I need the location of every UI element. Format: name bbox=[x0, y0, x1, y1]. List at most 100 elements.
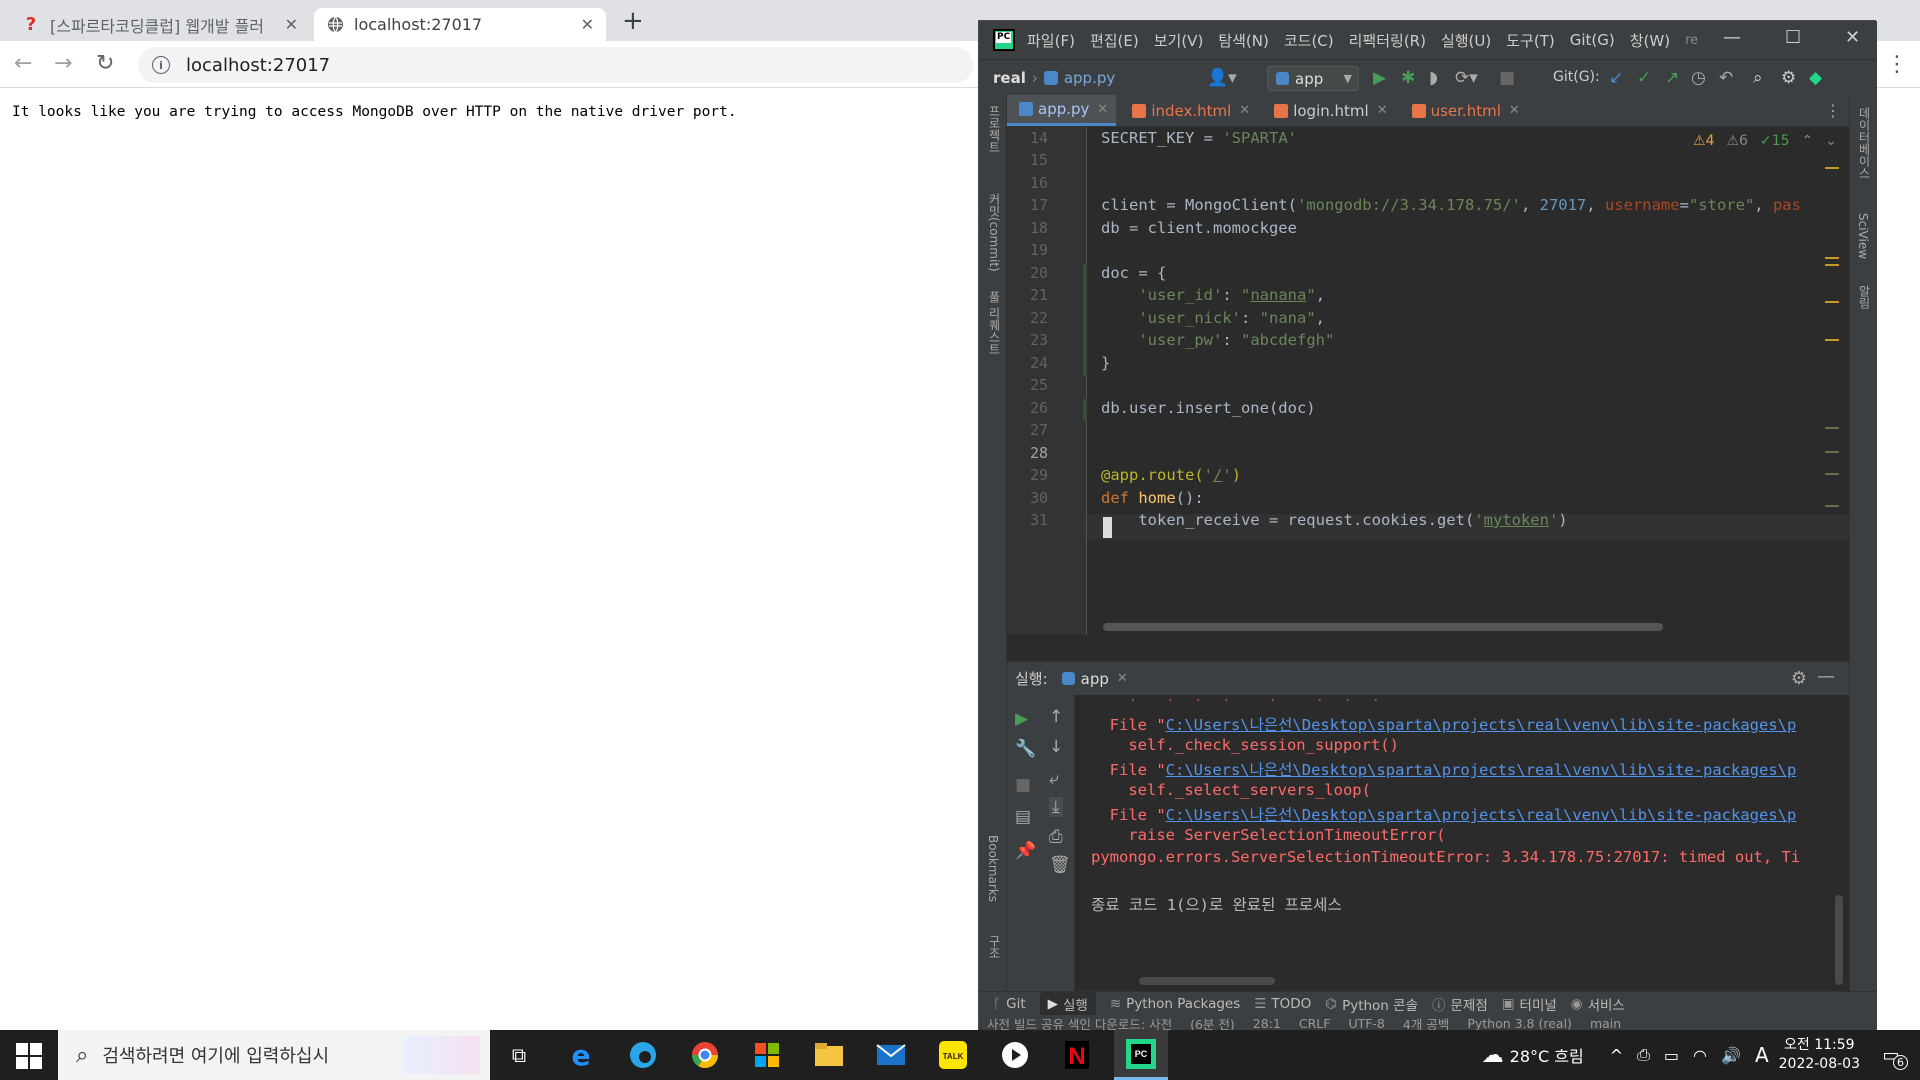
info-icon[interactable]: i bbox=[152, 56, 170, 74]
menu-navigate[interactable]: 탐색(N) bbox=[1218, 30, 1269, 51]
tool-tab-todo[interactable]: ☰ TODO bbox=[1254, 996, 1311, 1012]
more-tabs-icon[interactable]: ⋮ bbox=[1825, 101, 1841, 120]
pycharm-taskbar-icon[interactable]: PC bbox=[1114, 1030, 1168, 1080]
trash-icon[interactable]: 🗑 bbox=[1049, 855, 1071, 875]
status-message[interactable]: 사전 빌드 공유 색인 다운로드: 사전 bbox=[987, 1015, 1172, 1032]
arrow-down-icon[interactable]: ↓ bbox=[1049, 737, 1063, 757]
status-indent[interactable]: 4개 공백 bbox=[1403, 1015, 1449, 1032]
git-commit-icon[interactable]: ✓ bbox=[1637, 68, 1651, 88]
settings-icon[interactable]: ⚙ bbox=[1781, 68, 1796, 88]
pin-icon[interactable]: 📌 bbox=[1015, 841, 1036, 861]
menu-refactor[interactable]: 리팩터링(R) bbox=[1349, 30, 1426, 51]
code-editor[interactable]: 14 15 16 17 18 19 20 21 22 23 24 25 26 2… bbox=[1007, 127, 1849, 635]
maximize-icon[interactable]: ☐ bbox=[1785, 27, 1801, 48]
run-console[interactable]: . . . . . . . . File "C:\Users\나은선\Deskt… bbox=[1075, 695, 1849, 991]
tool-tab-python-console[interactable]: ⌬ Python 콘솔 bbox=[1325, 994, 1418, 1014]
address-bar[interactable]: i localhost:27017 bbox=[138, 47, 973, 83]
menu-file[interactable]: 파일(F) bbox=[1027, 30, 1075, 51]
mail-icon[interactable] bbox=[874, 1038, 908, 1072]
menu-tools[interactable]: 도구(T) bbox=[1506, 30, 1554, 51]
close-icon[interactable]: ✕ bbox=[1239, 103, 1250, 118]
close-icon[interactable]: ✕ bbox=[1377, 103, 1388, 118]
volume-icon[interactable]: 🔊 bbox=[1721, 1046, 1741, 1065]
internet-explorer-icon[interactable]: e bbox=[564, 1038, 598, 1072]
run-config-select[interactable]: app ▼ bbox=[1267, 66, 1359, 91]
reload-icon[interactable]: ↻ bbox=[96, 51, 114, 76]
media-player-icon[interactable] bbox=[998, 1038, 1032, 1072]
history-icon[interactable]: ◷ bbox=[1691, 68, 1706, 88]
minimize-icon[interactable]: — bbox=[1723, 27, 1741, 48]
file-explorer-icon[interactable] bbox=[812, 1038, 846, 1072]
forward-icon[interactable]: → bbox=[54, 51, 72, 76]
structure-label[interactable]: 구조 bbox=[986, 935, 1003, 959]
ime-indicator[interactable]: A bbox=[1755, 1043, 1769, 1067]
git-update-icon[interactable]: ↙ bbox=[1609, 68, 1623, 88]
status-encoding[interactable]: UTF-8 bbox=[1348, 1016, 1384, 1031]
wifi-icon[interactable]: ◠ bbox=[1693, 1046, 1707, 1065]
task-view-icon[interactable]: ⧉ bbox=[502, 1038, 536, 1072]
editor-tab-app-py[interactable]: app.py ✕ bbox=[1007, 95, 1117, 126]
browser-tab-sparta[interactable]: ? [스파르타코딩클럽] 웹개발 플러 ✕ bbox=[10, 8, 310, 41]
wrench-icon[interactable]: 🔧 bbox=[1015, 739, 1036, 759]
user-icon[interactable]: 👤▾ bbox=[1207, 68, 1237, 88]
close-window-icon[interactable]: ✕ bbox=[1845, 27, 1860, 48]
tool-tab-git[interactable]: ᚴ Git bbox=[993, 996, 1026, 1012]
close-icon[interactable]: ✕ bbox=[1097, 102, 1108, 117]
battery-icon[interactable]: ▭ bbox=[1664, 1046, 1679, 1065]
tool-tab-run[interactable]: ▶ 실행 bbox=[1039, 991, 1096, 1016]
gear-icon[interactable]: ⚙ bbox=[1791, 668, 1807, 689]
menu-edit[interactable]: 편집(E) bbox=[1090, 30, 1139, 51]
chevron-up-icon[interactable]: ⌃ bbox=[1802, 133, 1814, 149]
coverage-icon[interactable]: ◗ bbox=[1429, 68, 1438, 88]
new-tab-button[interactable]: + bbox=[622, 6, 644, 36]
run-icon[interactable]: ▶ bbox=[1373, 68, 1386, 88]
file-link[interactable]: C:\Users\나은선\Desktop\sparta\projects\rea… bbox=[1166, 716, 1797, 734]
git-push-icon[interactable]: ↗ bbox=[1665, 68, 1679, 88]
chevron-down-icon[interactable]: ⌄ bbox=[1825, 133, 1837, 149]
chevron-up-icon[interactable]: ^ bbox=[1610, 1046, 1623, 1065]
sciview-label[interactable]: SciView bbox=[1856, 213, 1870, 259]
notification-center-icon[interactable]: ▭ 6 bbox=[1876, 1040, 1908, 1070]
tool-tab-problems[interactable]: ⓘ 문제점 bbox=[1432, 994, 1488, 1014]
close-tab-icon[interactable]: ✕ bbox=[285, 15, 298, 34]
netflix-icon[interactable]: N bbox=[1060, 1038, 1094, 1072]
notifications-label[interactable]: 알림 bbox=[1856, 285, 1873, 309]
editor-horizontal-scrollbar[interactable] bbox=[1103, 623, 1663, 631]
pull-requests-label[interactable]: 풀 리퀘스트 bbox=[986, 291, 1003, 355]
soft-wrap-icon[interactable]: ⤶ bbox=[1049, 769, 1059, 789]
stop-icon[interactable]: ■ bbox=[1499, 68, 1515, 88]
run-tab-app[interactable]: app ✕ bbox=[1061, 670, 1128, 688]
project-crumb[interactable]: real bbox=[993, 69, 1026, 87]
status-line-separator[interactable]: CRLF bbox=[1299, 1016, 1331, 1031]
menu-overflow[interactable]: re bbox=[1685, 33, 1698, 48]
tool-tab-services[interactable]: ◉ 서비스 bbox=[1571, 994, 1625, 1014]
chrome-icon[interactable] bbox=[688, 1038, 722, 1072]
profile-icon[interactable]: ⟳▾ bbox=[1455, 68, 1478, 88]
stop-icon[interactable]: ■ bbox=[1015, 775, 1031, 795]
menu-window[interactable]: 창(W) bbox=[1630, 30, 1670, 51]
file-link[interactable]: C:\Users\나은선\Desktop\sparta\projects\rea… bbox=[1166, 806, 1797, 824]
menu-view[interactable]: 보기(V) bbox=[1154, 30, 1204, 51]
hide-panel-icon[interactable]: — bbox=[1817, 666, 1835, 687]
database-panel-label[interactable]: 데이터베이스 bbox=[1856, 107, 1873, 179]
meet-now-icon[interactable]: ⎙ bbox=[1637, 1045, 1650, 1065]
weather-text[interactable]: 28°C 흐림 bbox=[1510, 1043, 1584, 1067]
console-vertical-scrollbar[interactable] bbox=[1835, 895, 1843, 985]
print-icon[interactable]: ⎙ bbox=[1049, 827, 1063, 847]
close-icon[interactable]: ✕ bbox=[1509, 103, 1520, 118]
back-icon[interactable]: ← bbox=[14, 51, 32, 76]
browser-tab-localhost[interactable]: localhost:27017 ✕ bbox=[314, 8, 606, 41]
menu-git[interactable]: Git(G) bbox=[1570, 31, 1615, 49]
cloud-icon[interactable]: ☁ bbox=[1482, 1043, 1504, 1068]
console-horizontal-scrollbar[interactable] bbox=[1139, 977, 1275, 985]
rollback-icon[interactable]: ↶ bbox=[1719, 68, 1733, 88]
plugin-icon[interactable]: ◆ bbox=[1809, 68, 1822, 88]
bookmarks-label[interactable]: Bookmarks bbox=[986, 835, 1000, 902]
close-icon[interactable]: ✕ bbox=[1117, 671, 1128, 686]
layout-icon[interactable]: ▤ bbox=[1015, 807, 1031, 827]
windows-start-icon[interactable] bbox=[16, 1043, 42, 1069]
close-tab-icon[interactable]: ✕ bbox=[581, 15, 594, 34]
status-interpreter[interactable]: Python 3.8 (real) bbox=[1467, 1016, 1572, 1031]
inspection-widget[interactable]: ⚠4 ⚠6 ✓15 ⌃ ⌄ bbox=[1693, 133, 1837, 149]
editor-tab-login-html[interactable]: login.html ✕ bbox=[1262, 95, 1395, 126]
